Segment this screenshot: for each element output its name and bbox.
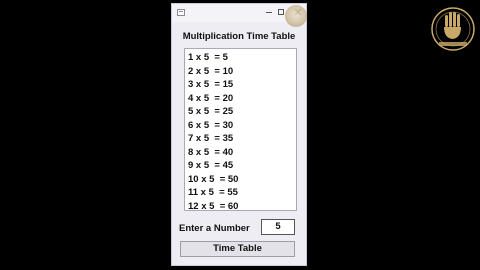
list-item: 4 x 5 = 20 — [188, 92, 234, 104]
list-item: 5 x 5 = 25 — [188, 106, 234, 117]
list-item: 3 x 5 = 15 — [188, 79, 234, 90]
overlay-avatar — [285, 5, 307, 27]
app-window: ✕ Multiplication Time Table 1 x 5 = 52 x… — [171, 3, 307, 266]
list-item: 1 x 5 = 5 — [188, 52, 228, 63]
maximize-icon[interactable] — [278, 9, 284, 15]
list-item: 10 x 5 = 50 — [188, 173, 239, 185]
minimize-icon[interactable] — [266, 12, 272, 13]
number-input[interactable]: 5 — [261, 219, 295, 235]
times-table-list[interactable]: 1 x 5 = 5 2 x 5 = 10 3 x 5 = 15 4 x 5 = 20 5… — [184, 48, 297, 212]
page-title: Multiplication Time Table — [182, 31, 296, 42]
list-item: 8 x 5 = 40 — [188, 146, 234, 158]
list-item: 11 x 5 = 55 — [188, 187, 238, 198]
number-label: Enter a Number — [179, 223, 250, 234]
list-item: 2 x 5 = 10 — [188, 65, 234, 77]
list-item: 12 x 5 = 60 — [188, 200, 239, 212]
time-table-button[interactable]: Time Table — [180, 241, 295, 257]
app-icon — [177, 9, 185, 16]
hand-emblem-logo-icon — [431, 7, 475, 51]
list-item: 9 x 5 = 45 — [188, 160, 234, 171]
list-item: 7 x 5 = 35 — [188, 133, 234, 144]
list-item: 6 x 5 = 30 — [188, 119, 234, 131]
